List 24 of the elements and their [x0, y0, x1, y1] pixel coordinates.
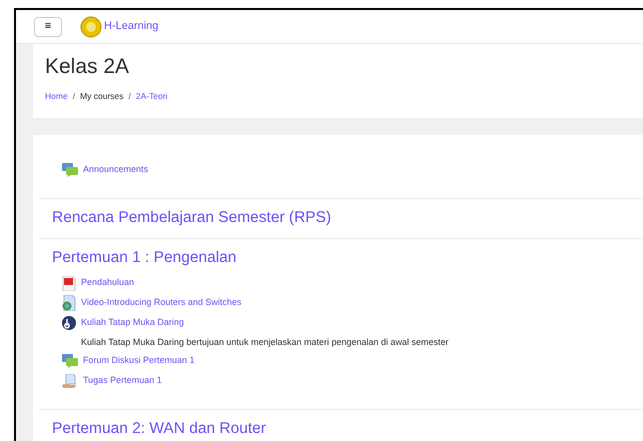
section-title[interactable]: Rencana Pembelajaran Semester (RPS) — [52, 208, 643, 228]
activity-link[interactable]: Tugas Pertemuan 1 — [83, 374, 162, 388]
hand-document-icon — [62, 374, 78, 388]
globe-file-icon — [62, 295, 76, 311]
section-title[interactable]: Pertemuan 1 : Pengenalan — [52, 248, 643, 268]
section-title[interactable]: Pertemuan 2: WAN dan Router — [52, 419, 643, 439]
menu-button[interactable]: ≡ — [34, 16, 62, 36]
breadcrumb-link[interactable]: 2A-Teori — [136, 90, 168, 103]
activity-link[interactable]: Kuliah Tatap Muka Daring — [81, 316, 184, 330]
course-title: Kelas 2A — [45, 54, 130, 80]
breadcrumb-separator: / — [72, 90, 76, 103]
breadcrumb-link[interactable]: My courses — [80, 90, 124, 103]
activity-link[interactable]: Video-Introducing Routers and Switches — [81, 296, 242, 310]
activity-link[interactable]: Announcements — [83, 163, 148, 177]
site-name-link[interactable]: H-Learning — [104, 18, 158, 35]
breadcrumb-link[interactable]: Home — [45, 90, 68, 103]
breadcrumb-separator: / — [128, 90, 131, 103]
activity-link[interactable]: Pendahuluan — [81, 276, 134, 290]
activity-link[interactable]: Forum Diskusi Pertemuan 1 — [83, 354, 195, 368]
pdf-file-icon — [62, 276, 76, 290]
activity-description: Kuliah Tatap Muka Daring bertujuan untuk menjelaskan materi pengenalan di awal semester — [80, 336, 450, 349]
chat-bubbles-icon — [62, 354, 78, 368]
emblem-logo-icon — [80, 16, 102, 38]
chat-bubbles-icon — [62, 163, 78, 177]
